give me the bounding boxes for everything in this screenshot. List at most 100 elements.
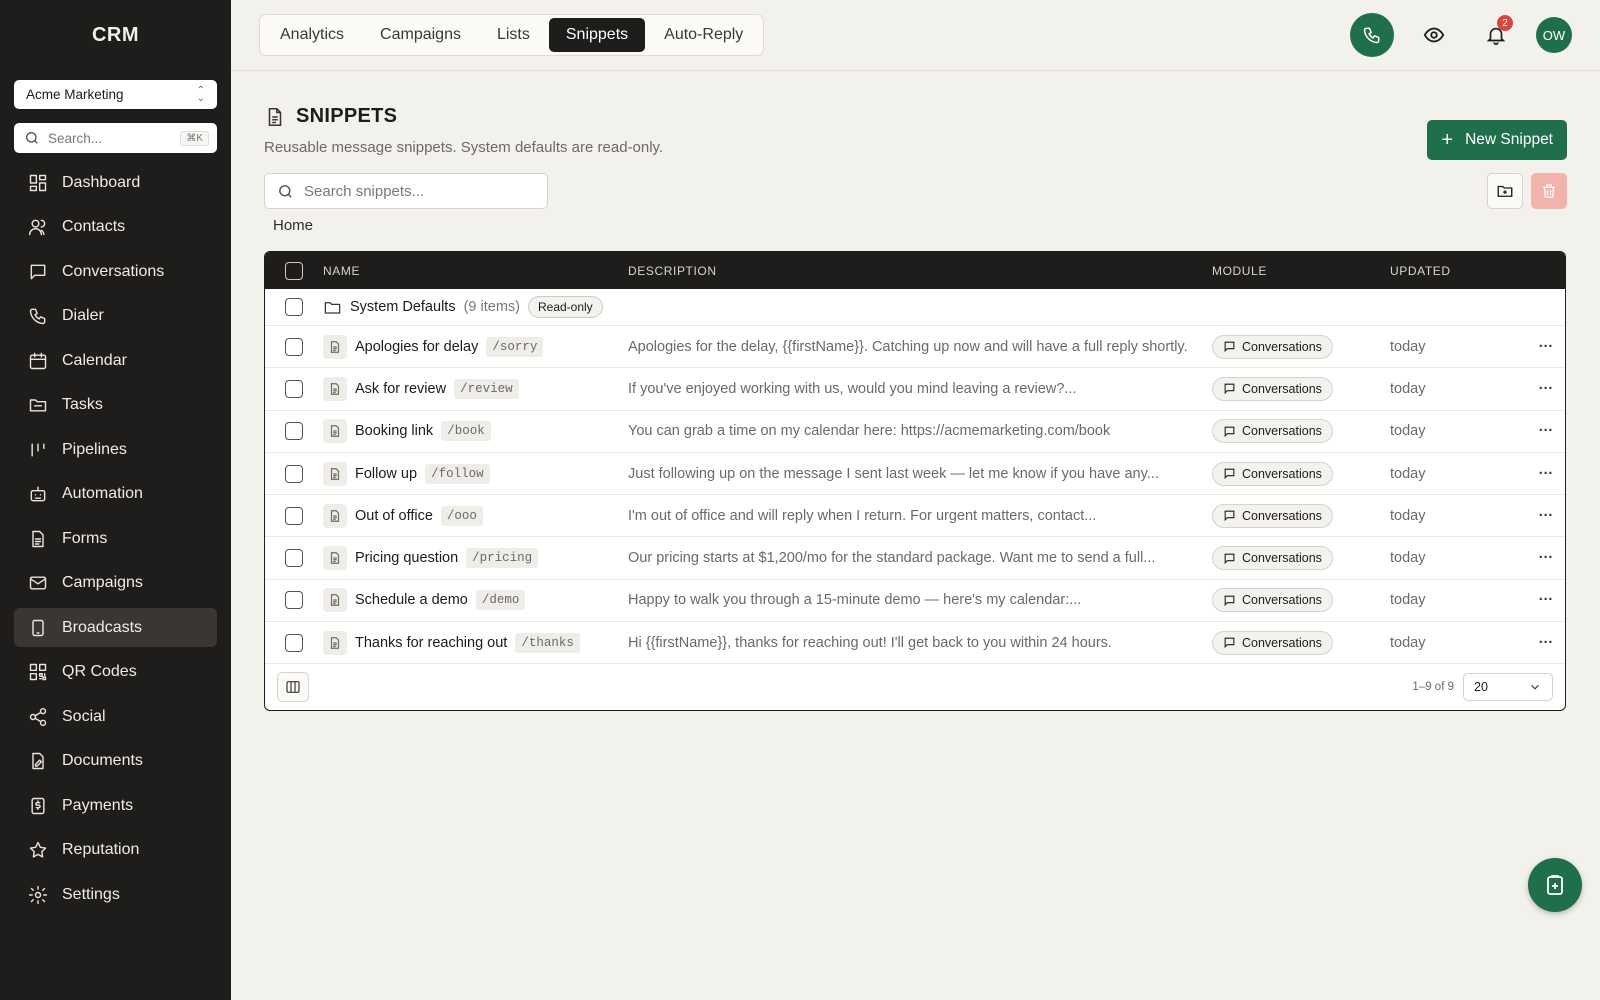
snippet-name: Ask for review <box>355 380 447 397</box>
message-icon <box>1224 637 1235 649</box>
tab-analytics[interactable]: Analytics <box>263 18 361 52</box>
floating-action-button[interactable] <box>1528 858 1582 912</box>
row-actions-button[interactable]: ··· <box>1528 508 1564 524</box>
sidebar-item-forms[interactable]: Forms <box>14 519 217 558</box>
folder-name: System Defaults <box>350 299 456 315</box>
sidebar-item-payments[interactable]: Payments <box>14 786 217 825</box>
module-chip: Conversations <box>1212 461 1333 486</box>
sidebar-item-social[interactable]: Social <box>14 697 217 736</box>
delete-button[interactable] <box>1531 173 1567 209</box>
row-actions-button[interactable]: ··· <box>1528 592 1564 608</box>
row-checkbox[interactable] <box>285 379 303 398</box>
sidebar-item-qr-codes[interactable]: QR Codes <box>14 653 217 692</box>
brand-logo: CRM <box>91 23 140 46</box>
notification-badge: 2 <box>1497 15 1513 31</box>
column-header-updated[interactable]: UPDATED <box>1390 264 1528 278</box>
snippet-description: Apologies for the delay, {{firstName}}. … <box>628 338 1188 355</box>
sidebar-item-automation[interactable]: Automation <box>14 475 217 514</box>
snippet-name: Out of office <box>355 507 433 524</box>
table-row[interactable]: Apologies for delay/sorry Apologies for t… <box>265 326 1565 369</box>
snippet-description: Happy to walk you through a 15-minute de… <box>628 592 1082 609</box>
sidebar-search-input[interactable]: Search... ⌘K <box>14 123 217 153</box>
folder-row[interactable]: System Defaults (9 items) Read-only <box>265 289 1565 326</box>
sidebar-item-reputation[interactable]: Reputation <box>14 831 217 870</box>
more-icon: ··· <box>1538 465 1554 482</box>
sidebar-item-label: Reputation <box>62 841 140 858</box>
plus-icon: + <box>1441 129 1454 151</box>
module-label: Conversations <box>1242 508 1322 523</box>
row-checkbox[interactable] <box>285 549 303 568</box>
row-checkbox[interactable] <box>285 633 303 652</box>
tab-auto-reply[interactable]: Auto-Reply <box>647 18 760 52</box>
sidebar-item-label: Tasks <box>62 396 103 413</box>
document-icon <box>268 107 282 126</box>
table-row[interactable]: Ask for review/review If you've enjoyed w… <box>265 368 1565 411</box>
contacts-icon <box>28 219 46 236</box>
breadcrumb[interactable]: Home <box>273 217 313 234</box>
snippet-description: If you've enjoyed working with us, would… <box>628 380 1077 397</box>
row-checkbox[interactable] <box>285 464 303 483</box>
message-icon <box>1224 510 1235 522</box>
column-header-name[interactable]: NAME <box>323 264 628 278</box>
select-all-checkbox[interactable] <box>285 261 303 280</box>
sidebar-item-conversations[interactable]: Conversations <box>14 252 217 291</box>
table-row[interactable]: Schedule a demo/demo Happy to walk you th… <box>265 580 1565 623</box>
sidebar-item-campaigns[interactable]: Campaigns <box>14 564 217 603</box>
snippet-shortcut: /review <box>454 378 519 399</box>
row-checkbox[interactable] <box>285 506 303 525</box>
tab-lists[interactable]: Lists <box>480 18 547 52</box>
sidebar-item-label: Documents <box>62 752 143 769</box>
snippet-search-input[interactable]: Search snippets... <box>264 173 548 209</box>
table-row[interactable]: Booking link/book You can grab a time on … <box>265 411 1565 453</box>
trash-icon <box>1543 184 1555 198</box>
sidebar-item-label: Forms <box>62 529 108 547</box>
row-checkbox[interactable] <box>285 298 303 316</box>
sidebar-item-label: Pipelines <box>62 440 127 458</box>
search-icon <box>26 132 38 144</box>
sidebar-item-dashboard[interactable]: Dashboard <box>14 163 217 202</box>
row-actions-button[interactable]: ··· <box>1528 635 1564 651</box>
snippet-updated: today <box>1390 550 1426 567</box>
table-row[interactable]: Pricing question/pricing Our pricing star… <box>265 537 1565 580</box>
share-icon <box>29 707 47 726</box>
main-area: Analytics Campaigns Lists Snippets Auto-Repl… <box>231 0 1600 1000</box>
sidebar-item-tasks[interactable]: Tasks <box>14 386 217 425</box>
sidebar-item-calendar[interactable]: Calendar <box>14 341 217 380</box>
workspace-select[interactable]: Acme Marketing ⌃ ⌄ <box>14 80 217 109</box>
new-snippet-button[interactable]: + New Snippet <box>1427 120 1567 160</box>
page-size-select[interactable]: 20 <box>1463 673 1553 702</box>
avatar[interactable]: OW <box>1536 17 1572 53</box>
row-actions-button[interactable]: ··· <box>1528 339 1564 355</box>
tab-snippets[interactable]: Snippets <box>548 18 646 52</box>
columns-toggle-button[interactable] <box>277 672 309 703</box>
mail-icon <box>29 576 47 590</box>
preview-button[interactable] <box>1412 13 1456 57</box>
more-icon: ··· <box>1538 507 1554 524</box>
snippet-file-icon <box>323 503 347 528</box>
snippet-shortcut: /book <box>441 421 491 442</box>
tab-campaigns[interactable]: Campaigns <box>363 18 478 52</box>
module-chip: Conversations <box>1212 588 1333 613</box>
row-checkbox[interactable] <box>285 337 303 356</box>
row-checkbox[interactable] <box>285 422 303 441</box>
table-row[interactable]: Follow up/follow Just following up on the… <box>265 453 1565 496</box>
new-folder-button[interactable] <box>1487 173 1523 209</box>
sidebar-item-documents[interactable]: Documents <box>14 742 217 781</box>
snippet-updated: today <box>1390 634 1426 651</box>
row-checkbox[interactable] <box>285 591 303 610</box>
table-row[interactable]: Out of office/ooo I'm out of office and w… <box>265 495 1565 538</box>
row-actions-button[interactable]: ··· <box>1528 381 1564 397</box>
table-row[interactable]: Thanks for reaching out/thanks Hi {{first… <box>265 622 1565 665</box>
column-header-description[interactable]: DESCRIPTION <box>628 264 1212 278</box>
sidebar-item-pipelines[interactable]: Pipelines <box>14 430 217 469</box>
row-actions-button[interactable]: ··· <box>1528 466 1564 482</box>
call-button[interactable] <box>1350 13 1394 57</box>
sidebar-item-contacts[interactable]: Contacts <box>14 208 217 247</box>
row-actions-button[interactable]: ··· <box>1528 423 1564 439</box>
sidebar-item-broadcasts[interactable]: Broadcasts <box>14 608 217 647</box>
row-actions-button[interactable]: ··· <box>1528 550 1564 566</box>
notifications-button[interactable]: 2 <box>1474 13 1518 57</box>
sidebar-item-dialer[interactable]: Dialer <box>14 297 217 336</box>
column-header-module[interactable]: MODULE <box>1212 264 1390 278</box>
sidebar-item-settings[interactable]: Settings <box>14 875 217 914</box>
